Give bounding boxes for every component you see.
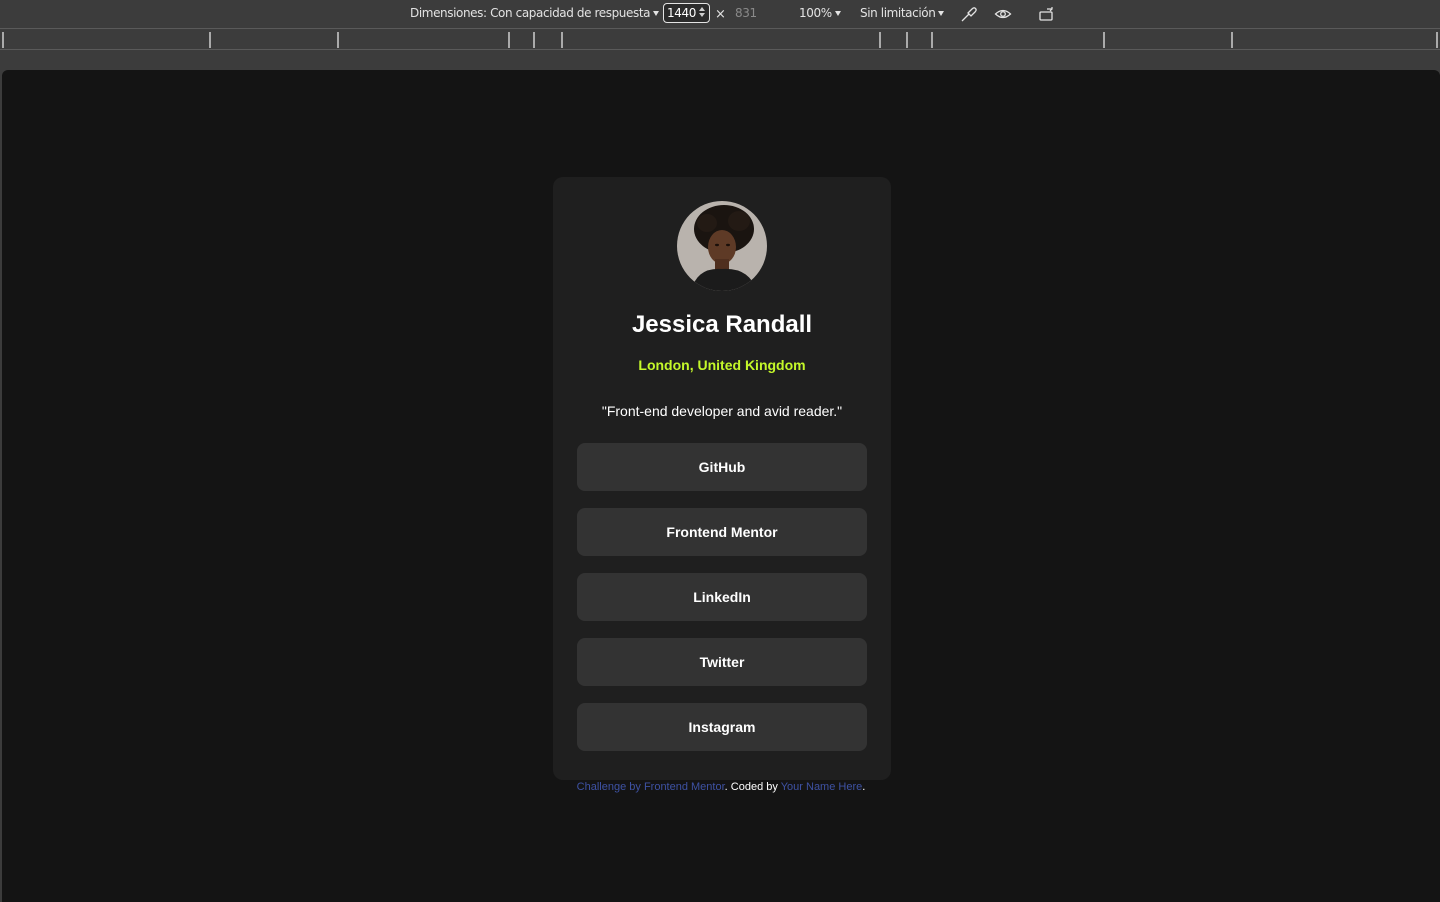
- attribution-end: .: [862, 781, 866, 793]
- social-links: GitHub Frontend Mentor LinkedIn Twitter …: [577, 443, 867, 751]
- eyedropper-icon[interactable]: [960, 5, 978, 23]
- chevron-down-icon: [653, 10, 660, 16]
- zoom-dropdown[interactable]: 100%: [799, 6, 841, 20]
- attribution-text: . Coded by: [724, 781, 781, 793]
- spinner-icon[interactable]: [699, 7, 705, 19]
- profile-bio: "Front-end developer and avid reader.": [601, 403, 843, 419]
- avatar-image: [677, 201, 767, 291]
- chevron-down-icon: [834, 10, 841, 16]
- instagram-link-button[interactable]: Instagram: [577, 703, 867, 751]
- width-value: 1440: [667, 6, 696, 20]
- linkedin-link-button[interactable]: LinkedIn: [577, 573, 867, 621]
- rotate-icon[interactable]: [1038, 5, 1056, 23]
- profile-location: London, United Kingdom: [638, 357, 806, 373]
- author-link[interactable]: Your Name Here: [781, 781, 863, 793]
- profile-name: Jessica Randall: [631, 311, 813, 338]
- times-symbol: ×: [715, 7, 726, 22]
- profile-card: Jessica Randall London, United Kingdom "…: [553, 177, 891, 780]
- media-query-ruler[interactable]: [0, 28, 1440, 50]
- width-input[interactable]: 1440: [663, 3, 710, 23]
- eye-icon[interactable]: [994, 5, 1012, 23]
- dimensions-label: Dimensiones: Con capacidad de respuesta: [410, 6, 651, 20]
- dimensions-dropdown[interactable]: Dimensiones: Con capacidad de respuesta: [410, 6, 660, 20]
- page-viewport: Jessica Randall London, United Kingdom "…: [2, 70, 1440, 902]
- device-toolbar: Dimensiones: Con capacidad de respuesta …: [0, 0, 1440, 28]
- github-link-button[interactable]: GitHub: [577, 443, 867, 491]
- throttle-label: Sin limitación: [860, 6, 936, 20]
- zoom-label: 100%: [799, 6, 832, 20]
- chevron-down-icon: [938, 10, 945, 16]
- toolbar-spacer: [0, 50, 1440, 70]
- frontend-mentor-link-button[interactable]: Frontend Mentor: [577, 508, 867, 556]
- challenge-link[interactable]: Challenge by Frontend Mentor: [577, 781, 725, 793]
- avatar: [677, 201, 767, 291]
- twitter-link-button[interactable]: Twitter: [577, 638, 867, 686]
- height-input[interactable]: 831: [735, 6, 757, 20]
- throttle-dropdown[interactable]: Sin limitación: [860, 6, 945, 20]
- attribution: Challenge by Frontend Mentor. Coded by Y…: [2, 781, 1440, 793]
